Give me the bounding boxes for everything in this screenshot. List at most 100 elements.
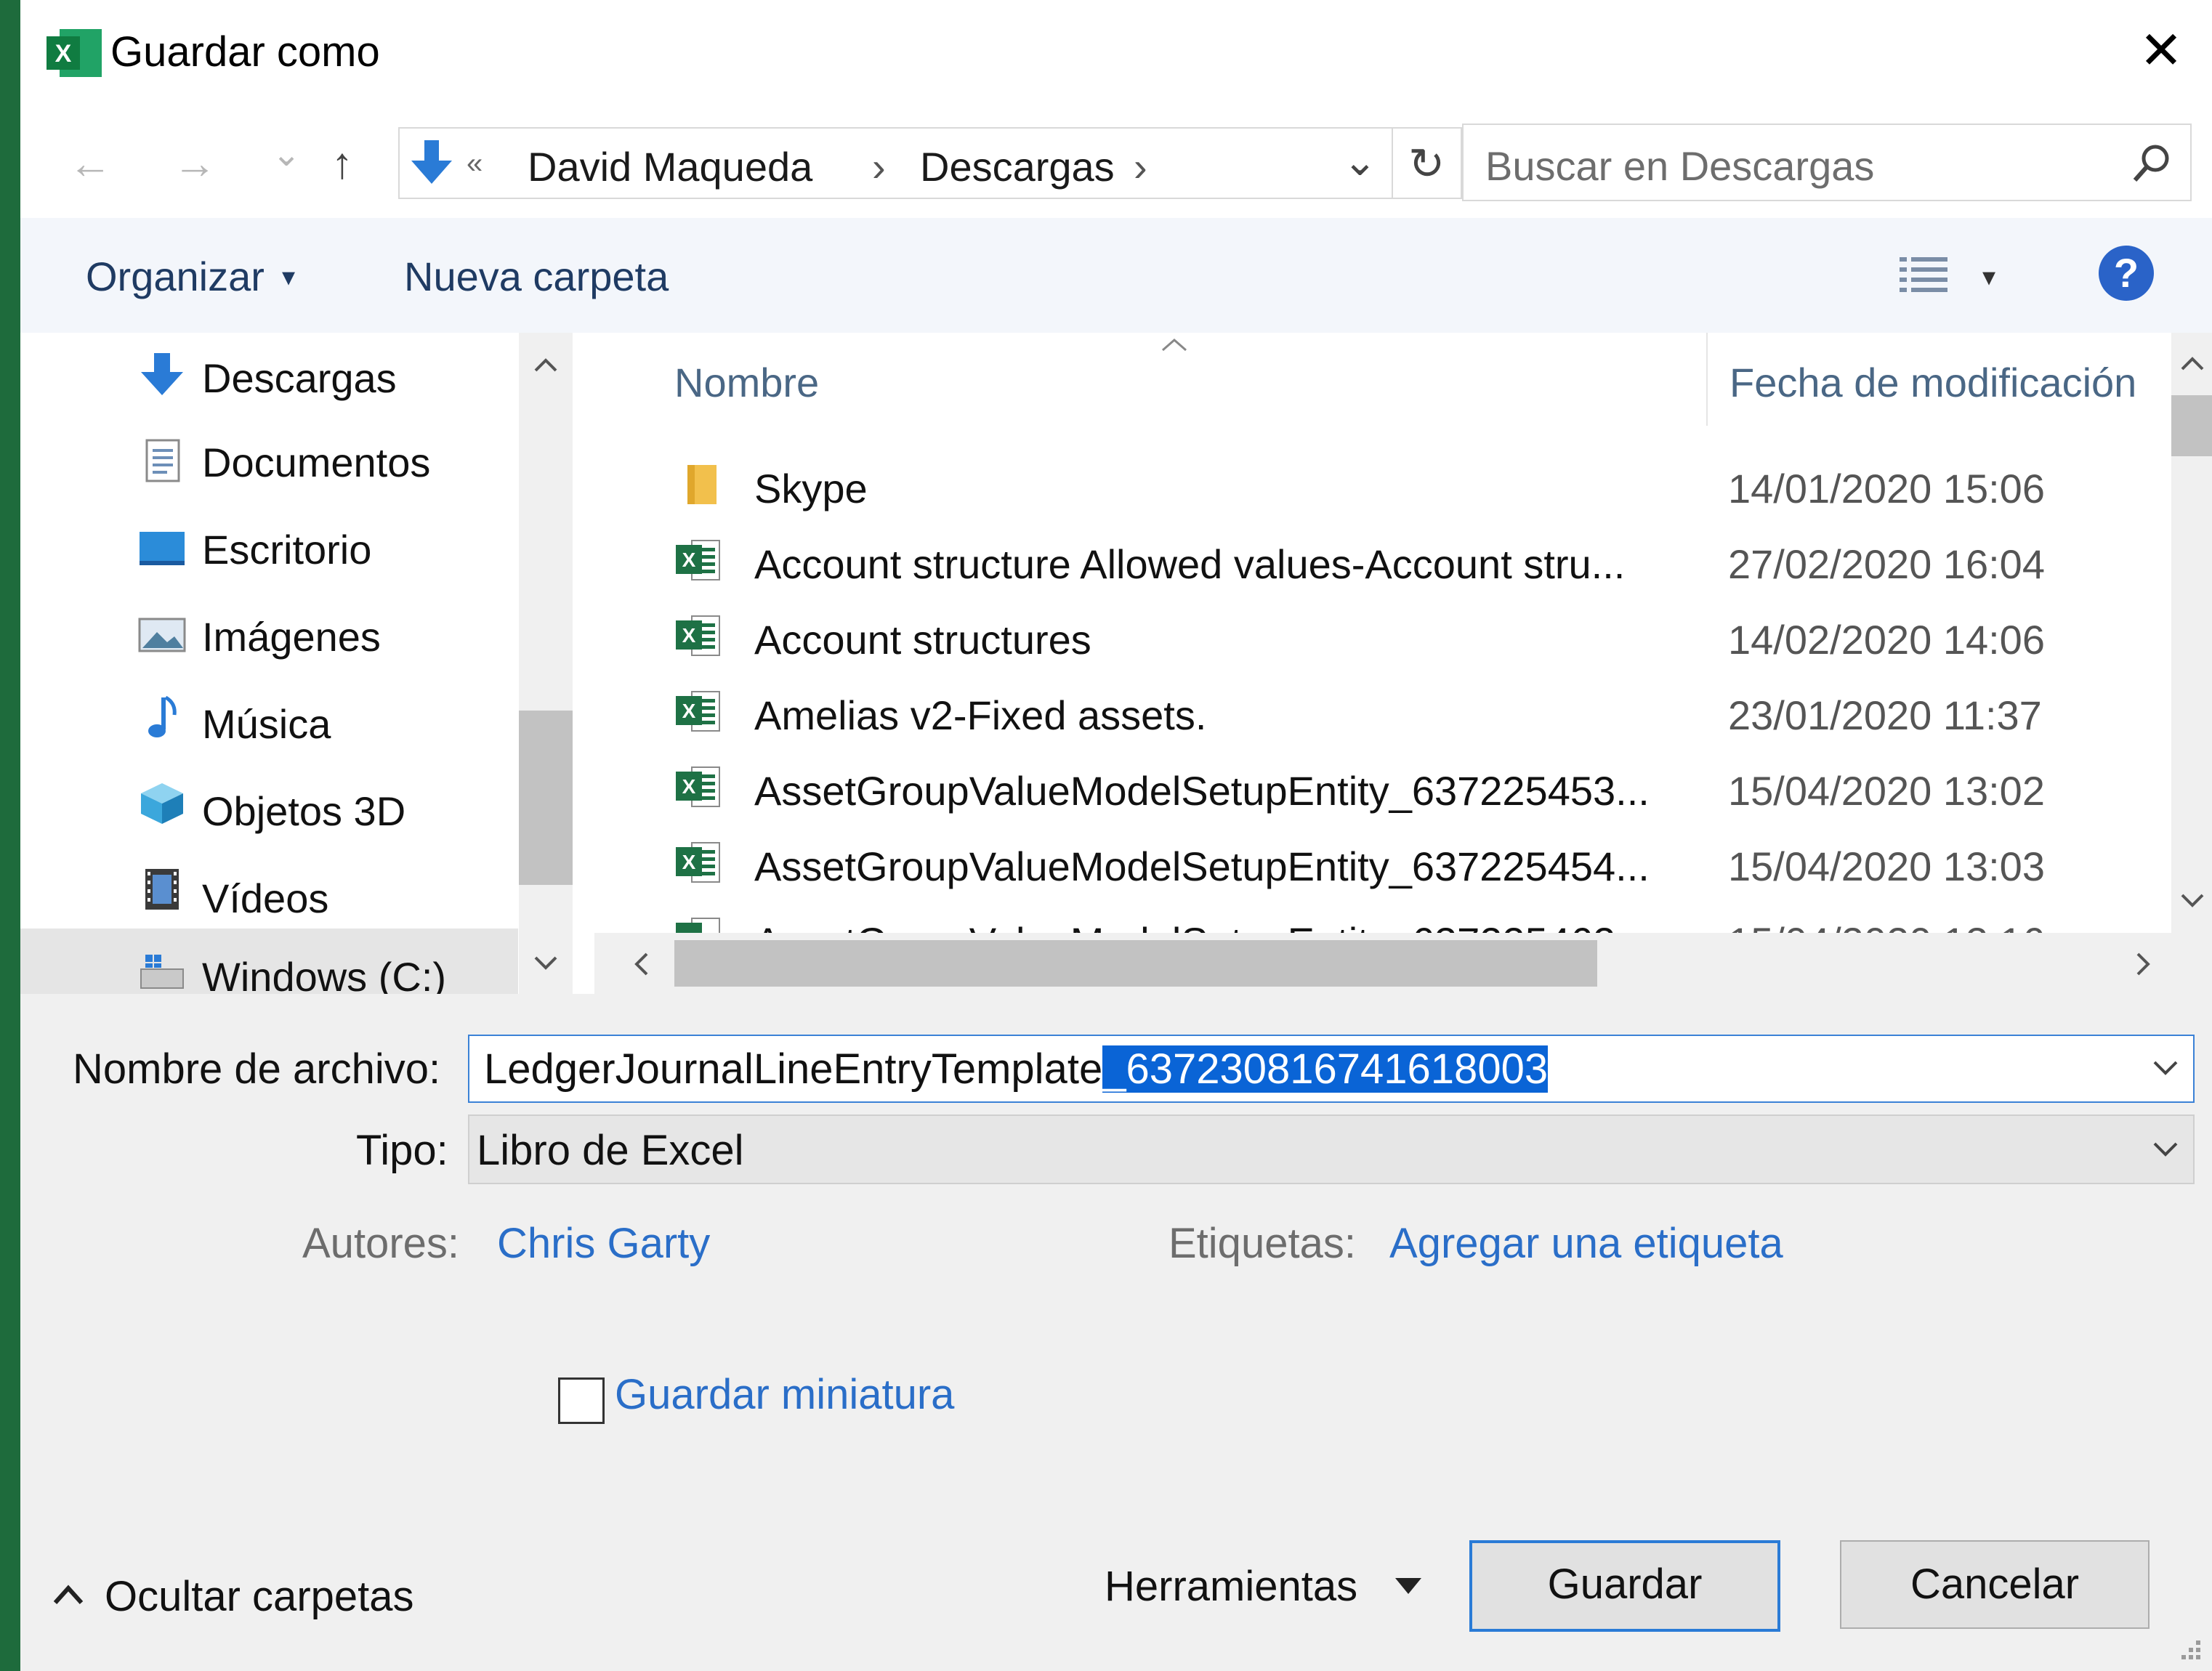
filename-field[interactable]: LedgerJournalLineEntryTemplate_637230816… bbox=[468, 1035, 2195, 1103]
sidebar-item-windows-c[interactable]: Windows (C:) bbox=[202, 953, 446, 994]
tools-button[interactable]: Herramientas bbox=[1105, 1562, 1357, 1611]
sidebar-item-documentos[interactable]: Documentos bbox=[202, 439, 430, 486]
breadcrumb-separator-icon[interactable]: › bbox=[872, 143, 886, 190]
save-thumbnail-checkbox[interactable] bbox=[558, 1377, 605, 1424]
svg-text:X: X bbox=[682, 851, 696, 873]
search-icon[interactable] bbox=[2132, 142, 2173, 183]
sidebar-scrollbar-thumb[interactable] bbox=[519, 711, 573, 885]
save-as-dialog: X Guardar como ✕ ← → ⌄ ↑ « David Maqueda… bbox=[20, 0, 2212, 1671]
divider bbox=[1392, 129, 1393, 198]
file-type-value: Libro de Excel bbox=[477, 1127, 744, 1174]
chevron-up-icon[interactable] bbox=[51, 1582, 86, 1607]
view-details-icon[interactable] bbox=[1898, 254, 1950, 299]
download-arrow-icon bbox=[141, 353, 183, 395]
cancel-button[interactable]: Cancelar bbox=[1840, 1540, 2150, 1629]
close-icon[interactable]: ✕ bbox=[2132, 22, 2190, 80]
sidebar-item-imagenes[interactable]: Imágenes bbox=[202, 613, 381, 660]
hide-folders-button[interactable]: Ocultar carpetas bbox=[105, 1572, 414, 1621]
breadcrumb-david-maqueda[interactable]: David Maqueda bbox=[528, 143, 812, 190]
filename-selection: _637230816741618003 bbox=[1102, 1045, 1549, 1093]
recent-locations-chevron-icon[interactable]: ⌄ bbox=[272, 134, 301, 174]
svg-text:X: X bbox=[682, 624, 696, 647]
svg-text:X: X bbox=[682, 549, 696, 571]
save-options-panel: Nombre de archivo: LedgerJournalLineEntr… bbox=[20, 994, 2212, 1671]
sidebar-item-objetos-3d[interactable]: Objetos 3D bbox=[202, 788, 405, 835]
back-arrow-icon[interactable]: ← bbox=[68, 138, 112, 188]
file-list: Nombre Fecha de modificación Skype 14/01… bbox=[594, 333, 2212, 994]
music-note-icon bbox=[148, 696, 177, 737]
folder-icon bbox=[687, 465, 717, 504]
excel-file-icon: X bbox=[676, 842, 720, 883]
search-input[interactable]: Buscar en Descargas bbox=[1485, 142, 1874, 190]
download-arrow-icon bbox=[411, 140, 452, 184]
save-button[interactable]: Guardar bbox=[1469, 1540, 1780, 1632]
file-row-name[interactable]: Amelias v2-Fixed assets. bbox=[754, 692, 1206, 739]
filename-text[interactable]: LedgerJournalLineEntryTemplate_637230816… bbox=[484, 1045, 1549, 1093]
dialog-title: Guardar como bbox=[110, 28, 380, 76]
scroll-up-icon[interactable] bbox=[2180, 355, 2205, 372]
file-row-name[interactable]: Account structures bbox=[754, 616, 1091, 663]
help-icon[interactable]: ? bbox=[2099, 246, 2154, 301]
new-folder-button[interactable]: Nueva carpeta bbox=[404, 253, 669, 300]
organize-button[interactable]: Organizar bbox=[86, 253, 265, 300]
resize-grip-icon[interactable] bbox=[2174, 1633, 2203, 1662]
file-row-date: 15/04/2020 13:02 bbox=[1728, 768, 2045, 814]
excel-file-icon: X bbox=[676, 766, 720, 807]
film-icon bbox=[145, 869, 179, 910]
scroll-right-icon[interactable] bbox=[2135, 952, 2152, 976]
excel-file-icon: X bbox=[676, 691, 720, 732]
sidebar-item-descargas[interactable]: Descargas bbox=[202, 355, 397, 402]
address-bar[interactable]: « David Maqueda › Descargas › ⌄ ↻ bbox=[398, 127, 1462, 199]
file-list-hscrollbar-thumb[interactable] bbox=[674, 940, 1597, 987]
file-row-name[interactable]: AssetGroupValueModelSetupEntity_63722545… bbox=[754, 767, 1650, 814]
forward-arrow-icon[interactable]: → bbox=[173, 138, 217, 188]
caret-down-icon[interactable] bbox=[1394, 1577, 1423, 1595]
file-list-vscrollbar-thumb[interactable] bbox=[2171, 395, 2212, 456]
column-header-nombre[interactable]: Nombre bbox=[674, 359, 819, 406]
breadcrumb-separator-icon[interactable]: › bbox=[1134, 143, 1147, 190]
file-row-name[interactable]: Skype bbox=[754, 465, 868, 512]
file-row-date: 14/01/2020 15:06 bbox=[1728, 466, 2045, 511]
scroll-left-icon[interactable] bbox=[632, 952, 650, 976]
sidebar-item-musica[interactable]: Música bbox=[202, 700, 331, 748]
authors-label: Autores: bbox=[302, 1220, 459, 1267]
refresh-icon[interactable]: ↻ bbox=[1408, 139, 1445, 190]
file-row-date: 15/04/2020 13:03 bbox=[1728, 843, 2045, 889]
file-type-select[interactable]: Libro de Excel bbox=[468, 1114, 2195, 1184]
scroll-up-icon[interactable] bbox=[533, 356, 558, 373]
sidebar-item-escritorio[interactable]: Escritorio bbox=[202, 526, 371, 573]
tags-label: Etiquetas: bbox=[1168, 1220, 1356, 1267]
save-thumbnail-label[interactable]: Guardar miniatura bbox=[615, 1370, 954, 1419]
chevron-down-icon[interactable] bbox=[2152, 1141, 2179, 1158]
view-caret-icon[interactable]: ▾ bbox=[1982, 262, 1995, 292]
column-header-fecha[interactable]: Fecha de modificación bbox=[1729, 359, 2136, 406]
svg-text:X: X bbox=[682, 775, 696, 798]
breadcrumb-overflow-icon[interactable]: « bbox=[467, 147, 483, 180]
add-tag-link[interactable]: Agregar una etiqueta bbox=[1389, 1219, 1783, 1268]
sidebar-scrollbar[interactable] bbox=[519, 333, 573, 994]
cube-3d-icon bbox=[141, 783, 183, 824]
authors-value[interactable]: Chris Garty bbox=[497, 1219, 710, 1268]
breadcrumb-descargas[interactable]: Descargas bbox=[920, 143, 1115, 190]
chevron-down-icon[interactable] bbox=[2152, 1059, 2179, 1077]
filename-prefix: LedgerJournalLineEntryTemplate bbox=[484, 1045, 1103, 1093]
file-row-name[interactable]: Account structure Allowed values-Account… bbox=[754, 541, 1625, 588]
svg-text:X: X bbox=[682, 700, 696, 722]
excel-file-icon: X bbox=[676, 615, 720, 656]
file-row-date: 27/02/2020 16:04 bbox=[1728, 541, 2045, 587]
drive-icon bbox=[140, 955, 184, 989]
scroll-down-icon[interactable] bbox=[533, 955, 558, 972]
sidebar-item-videos[interactable]: Vídeos bbox=[202, 875, 328, 922]
address-dropdown-icon[interactable]: ⌄ bbox=[1343, 137, 1377, 185]
file-row-date: 23/01/2020 11:37 bbox=[1728, 692, 2042, 738]
excel-icon: X bbox=[47, 29, 102, 77]
column-divider bbox=[1706, 333, 1708, 426]
up-arrow-icon[interactable]: ↑ bbox=[331, 138, 353, 188]
title-bar: X Guardar como ✕ bbox=[20, 0, 2212, 109]
command-toolbar: Organizar ▾ Nueva carpeta ▾ ? bbox=[20, 218, 2212, 333]
file-row-name[interactable]: AssetGroupValueModelSetupEntity_63722545… bbox=[754, 843, 1650, 890]
organize-caret-icon[interactable]: ▾ bbox=[282, 262, 295, 292]
scroll-down-icon[interactable] bbox=[2180, 892, 2205, 910]
svg-text:X: X bbox=[55, 40, 72, 68]
search-box[interactable]: Buscar en Descargas bbox=[1462, 124, 2192, 201]
